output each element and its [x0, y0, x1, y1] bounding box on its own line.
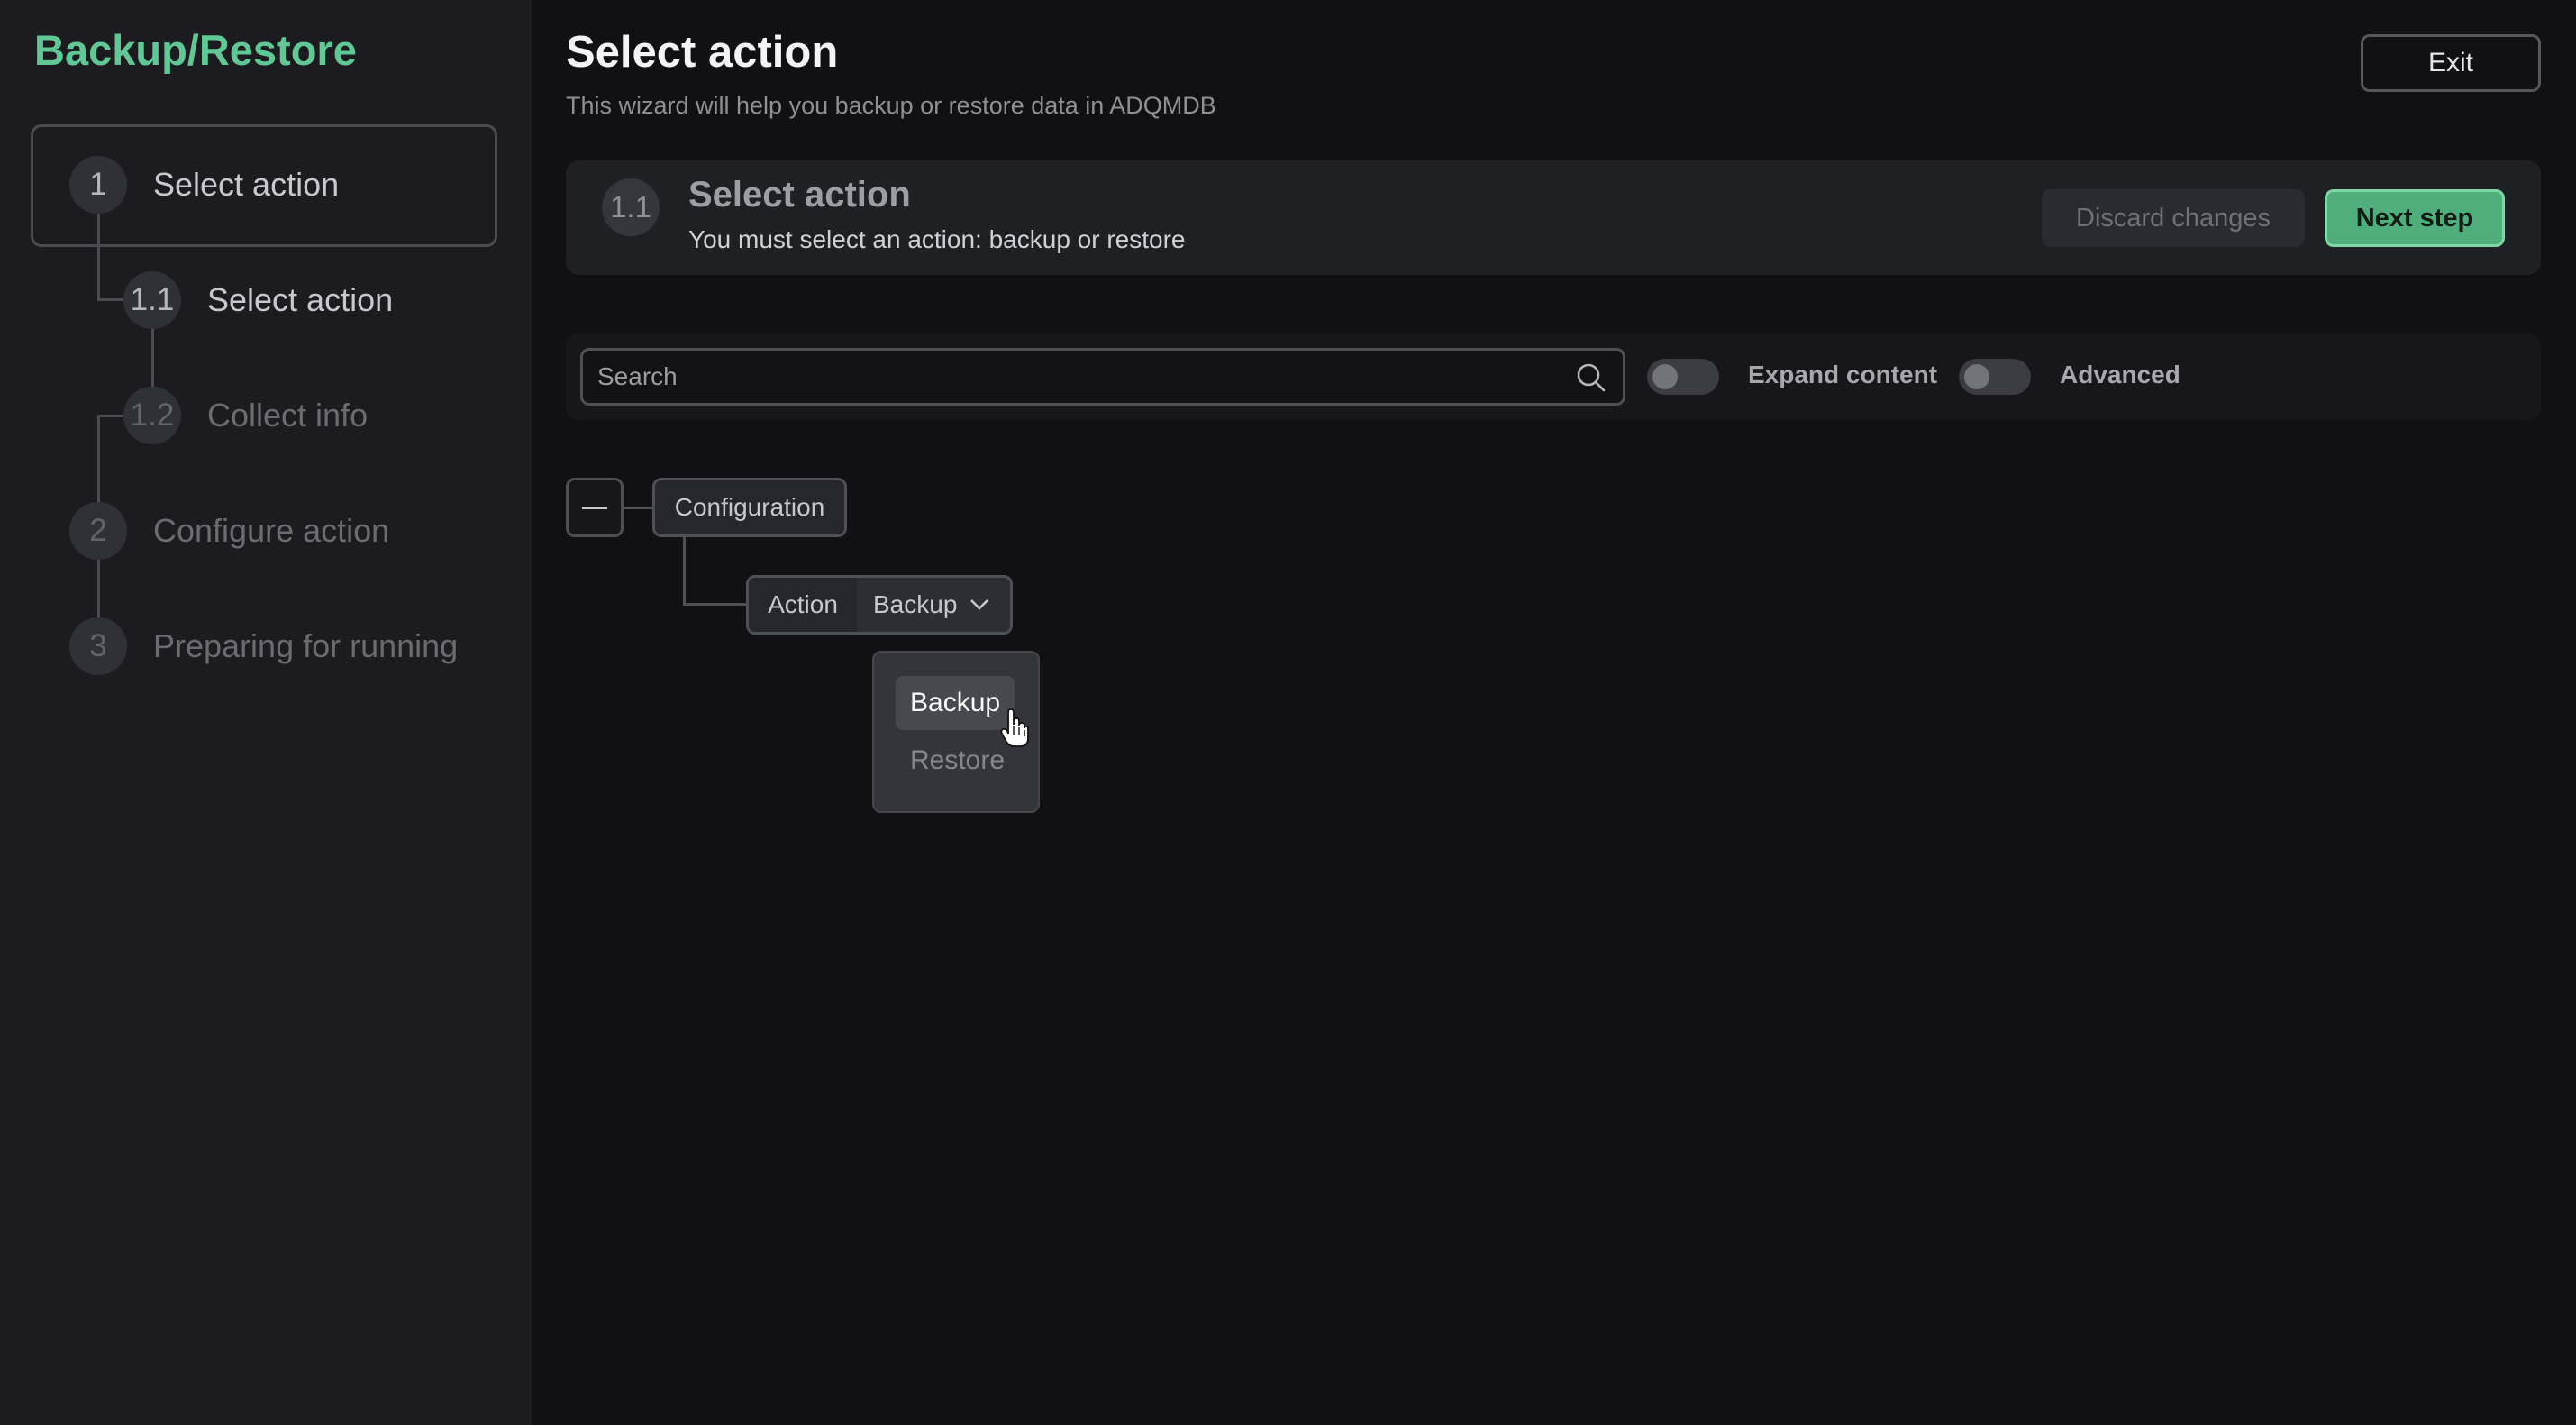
app-title: Backup/Restore — [34, 26, 357, 74]
step-number: 1.1 — [123, 271, 181, 329]
search-input[interactable] — [596, 351, 1551, 403]
toggle-knob — [1964, 364, 1989, 389]
step-label: Select action — [153, 166, 340, 203]
sidebar: Backup/Restore 1 Select action 1.1 Selec… — [0, 0, 532, 1425]
step-description: You must select an action: backup or res… — [688, 225, 1186, 253]
tree-connector — [683, 603, 746, 606]
hand-cursor-icon — [1000, 708, 1029, 747]
toggle-knob — [1652, 364, 1678, 389]
search-box[interactable] — [580, 348, 1625, 406]
step-card: 1.1 Select action You must select an act… — [566, 160, 2541, 275]
step-connector — [97, 559, 100, 622]
toolbar: Expand content Advanced — [566, 333, 2541, 420]
expand-content-toggle[interactable] — [1647, 359, 1719, 395]
step-label: Collect info — [207, 397, 369, 434]
step-connector — [97, 415, 124, 417]
step-label: Preparing for running — [153, 627, 459, 664]
tree-node-configuration[interactable]: Configuration — [652, 478, 847, 537]
step-connector — [97, 213, 100, 301]
step-title: Select action — [688, 175, 911, 215]
step-connector — [151, 326, 154, 389]
collapse-tree-button[interactable] — [566, 478, 624, 537]
expand-content-label: Expand content — [1748, 361, 1938, 388]
step-number: 1 — [69, 156, 127, 214]
step-label: Select action — [207, 281, 394, 318]
discard-changes-button[interactable]: Discard changes — [2042, 189, 2305, 247]
step-number-badge: 1.1 — [602, 178, 660, 236]
action-select-value: Backup — [873, 590, 958, 618]
step-label: Configure action — [153, 512, 390, 549]
search-icon[interactable] — [1576, 362, 1607, 393]
step-number: 2 — [69, 502, 127, 560]
minus-icon — [582, 507, 607, 509]
step-number: 1.2 — [123, 387, 181, 444]
step-connector — [97, 415, 100, 507]
action-field-label: Action — [749, 578, 857, 632]
page-subtitle: This wizard will help you backup or rest… — [566, 92, 1216, 119]
chevron-down-icon — [970, 599, 989, 610]
exit-button[interactable]: Exit — [2361, 34, 2541, 92]
tree-connector — [683, 537, 686, 606]
tree-node-action: Action Backup — [746, 575, 1013, 635]
step-connector — [97, 298, 124, 301]
advanced-label: Advanced — [2060, 361, 2180, 388]
page-title: Select action — [566, 28, 839, 77]
step-number: 3 — [69, 617, 127, 675]
next-step-button[interactable]: Next step — [2325, 189, 2505, 247]
tree-connector — [624, 507, 652, 509]
action-select[interactable]: Backup — [857, 578, 1010, 632]
advanced-toggle[interactable] — [1959, 359, 2031, 395]
dropdown-option-backup[interactable]: Backup — [896, 676, 1015, 730]
